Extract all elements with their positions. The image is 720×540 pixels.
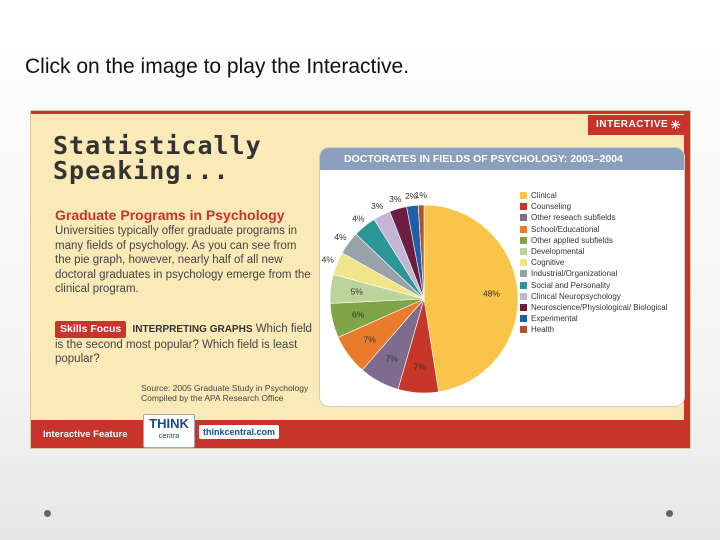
legend-swatch [520,315,527,323]
legend-label: Neuroscience/Physiological/ Biological [531,302,668,312]
title-line-1: Statistically [53,131,262,160]
skills-focus-caps: INTERPRETING GRAPHS [132,324,253,335]
legend-swatch [520,281,527,289]
nav-dot-left [44,510,51,517]
section-heading: Graduate Programs in Psychology [55,207,285,223]
legend-label: Other reseach subfields [531,213,616,223]
logo-text: THINK [149,416,189,431]
legend-label: Counseling [531,202,572,212]
legend-label: Other applied subfields [531,235,613,245]
chart-legend: Clinical Counseling Other reseach subfield… [520,190,668,335]
legend-swatch [520,214,527,222]
pie-label: 7% [386,353,399,363]
legend-swatch [520,259,527,267]
legend-item: Social and Personality [520,280,668,291]
slide-instruction: Click on the image to play the Interacti… [25,55,410,78]
legend-swatch [520,303,527,311]
legend-item: Counseling [520,201,668,212]
pie-label: 6% [352,310,365,320]
legend-label: Experimental [531,314,578,324]
pie-label: 7% [414,362,427,372]
source-line-1: Source: 2005 Graduate Study in Psycholog… [141,383,309,393]
legend-label: Cognitive [531,258,565,268]
legend-swatch [520,292,527,300]
legend-item: Cognitive [520,257,668,268]
skills-focus-badge: Skills Focus [55,321,127,338]
pie-label: 3% [389,194,402,204]
logo-sub: centra [158,431,180,440]
legend-item: Developmental [520,246,668,257]
legend-swatch [520,326,527,334]
legend-swatch [520,248,527,256]
interactive-image[interactable]: INTERACTIVE ✳ Statistically Speaking... … [30,110,691,449]
legend-item: Neuroscience/Physiological/ Biological [520,302,668,313]
legend-item: Clinical [520,190,668,201]
footer-label: Interactive Feature [43,429,128,440]
source-line-2: Compiled by the APA Research Office [141,393,284,403]
pie-label: 4% [322,255,335,265]
legend-label: Developmental [531,247,585,257]
legend-label: School/Educational [531,224,600,234]
title-line-2: Speaking... [53,156,230,185]
chart-panel: DOCTORATES IN FIELDS OF PSYCHOLOGY: 2003… [319,147,685,407]
interactive-label: INTERACTIVE [596,119,669,130]
top-stripe [31,111,690,114]
legend-item: School/Educational [520,224,668,235]
pie-label: 7% [363,334,376,344]
legend-item: Other reseach subfields [520,212,668,223]
legend-label: Social and Personality [531,280,611,290]
footer-bar: Interactive Feature THINK centra thinkce… [31,414,690,448]
pie-label: 1% [415,190,428,200]
legend-item: Health [520,324,668,335]
legend-swatch [520,236,527,244]
cursor-star-icon: ✳ [670,118,681,132]
skills-focus: Skills Focus INTERPRETING GRAPHS Which f… [55,321,315,367]
nav-dot-right [666,510,673,517]
legend-swatch [520,192,527,200]
legend-label: Clinical Neuropsychology [531,291,621,301]
legend-swatch [520,203,527,211]
legend-item: Other applied subfields [520,235,668,246]
statistically-speaking-title: Statistically Speaking... [53,133,262,183]
legend-item: Clinical Neuropsychology [520,291,668,302]
interactive-tag[interactable]: INTERACTIVE ✳ [588,115,684,135]
legend-swatch [520,225,527,233]
pie-label: 4% [352,213,365,223]
think-central-logo[interactable]: THINK centra [143,414,195,448]
legend-label: Clinical [531,191,557,201]
think-central-link[interactable]: thinkcentral.com [199,425,280,439]
legend-item: Experimental [520,313,668,324]
pie-label: 3% [371,201,384,211]
legend-label: Industrial/Organizational [531,269,618,279]
pie-label: 5% [351,287,364,297]
source-note: Source: 2005 Graduate Study in Psycholog… [141,383,308,403]
pie-label: 4% [334,232,347,242]
pie-label: 48% [483,289,500,299]
legend-label: Health [531,325,555,335]
pie-slice-clinical [423,204,519,393]
legend-item: Industrial/Organizational [520,268,668,279]
section-body: Universities typically offer graduate pr… [55,225,311,295]
legend-swatch [520,270,527,278]
